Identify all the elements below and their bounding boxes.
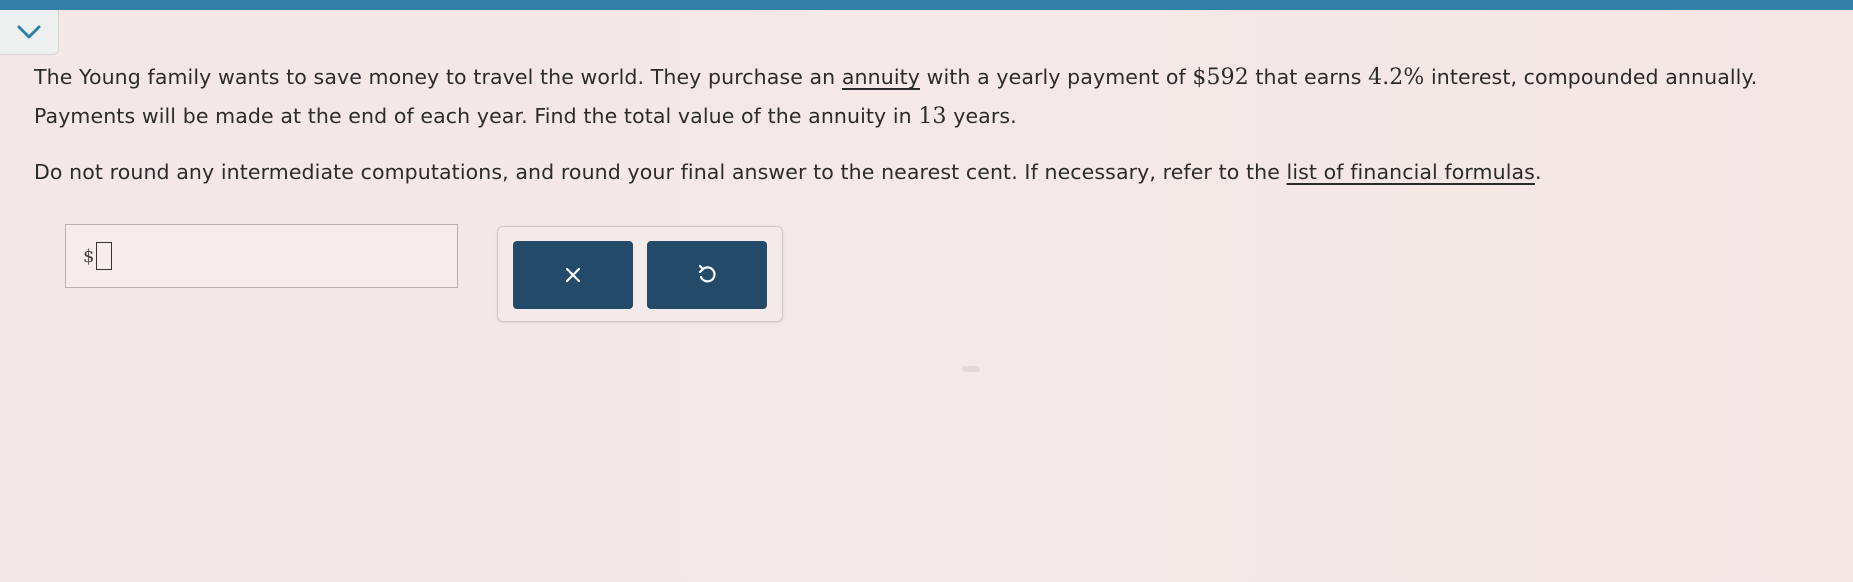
answer-input[interactable] xyxy=(96,242,113,270)
answer-button-panel xyxy=(497,226,783,322)
annuity-link[interactable]: annuity xyxy=(842,65,920,89)
question-paragraph-1: The Young family wants to save money to … xyxy=(34,65,1758,129)
dollar-prefix: $ xyxy=(83,245,95,267)
undo-icon xyxy=(698,264,716,283)
top-bar xyxy=(0,0,1853,10)
question-paragraph-2: Do not round any intermediate computatio… xyxy=(34,160,1542,184)
close-icon xyxy=(565,267,581,283)
question-text: The Young family wants to save money to … xyxy=(34,58,1824,192)
years-value: 13 xyxy=(918,104,947,129)
answer-box: $ xyxy=(65,224,458,288)
rate-value: 4.2% xyxy=(1368,65,1425,90)
payment-value: $592 xyxy=(1192,65,1249,90)
chevron-down-icon xyxy=(17,25,41,39)
clear-button[interactable] xyxy=(513,241,633,309)
collapse-toggle[interactable] xyxy=(0,10,59,55)
financial-formulas-link[interactable]: list of financial formulas xyxy=(1287,160,1535,184)
screen-smudge xyxy=(962,366,980,372)
undo-button[interactable] xyxy=(647,241,767,309)
